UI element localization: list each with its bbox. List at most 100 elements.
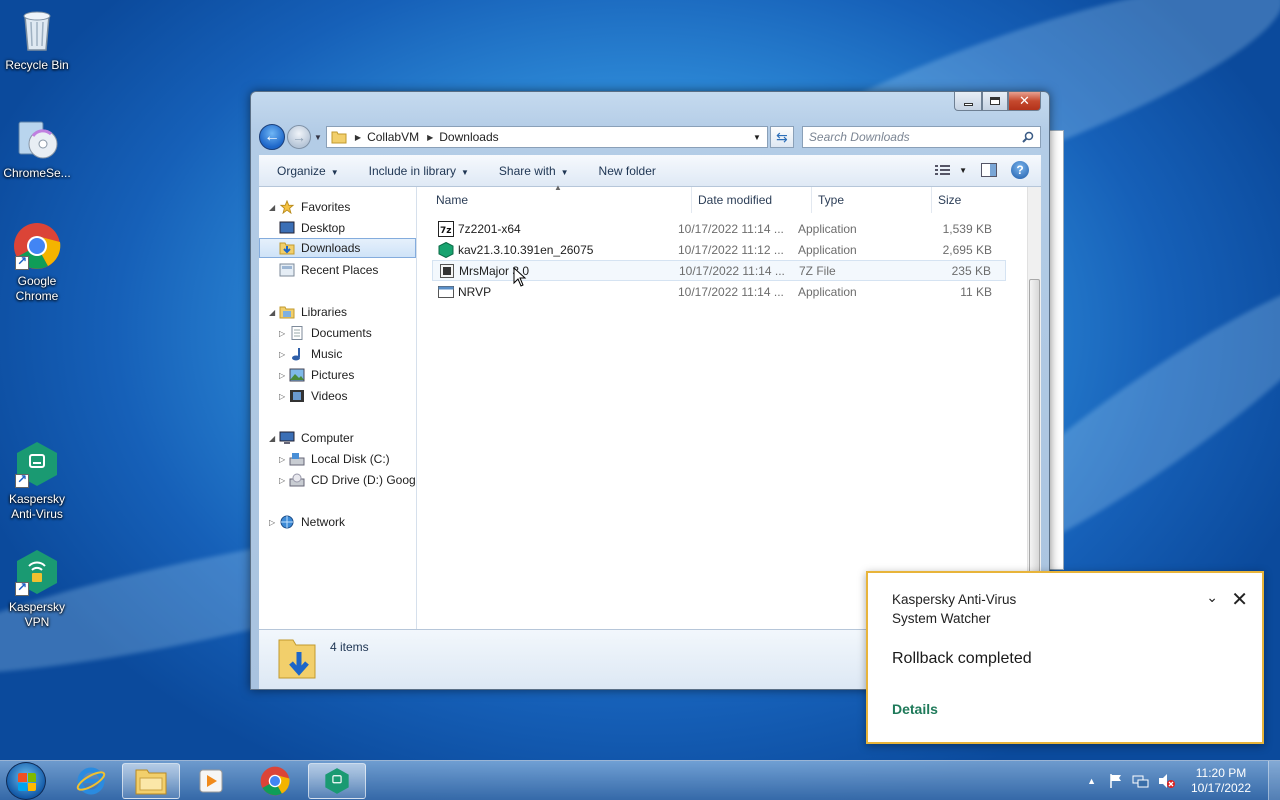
nav-network[interactable]: ▷ Network	[269, 512, 345, 532]
svg-text:7z: 7z	[440, 226, 452, 236]
column-header-name[interactable]: Name ▲	[418, 183, 692, 213]
organize-button[interactable]: Organize ▼	[277, 164, 339, 178]
network-status-icon[interactable]	[1132, 773, 1150, 789]
file-row-7z2201[interactable]: 7z 7z2201-x64 10/17/2022 11:14 ... Appli…	[432, 218, 1006, 239]
breadcrumb-separator[interactable]: ▶	[355, 133, 361, 142]
desktop-icon-label: Kaspersky VPN	[8, 600, 66, 629]
navigation-bar: ← → ▼ ▶ CollabVM ▶ Downloads ▼ ⇆ Search …	[259, 124, 1041, 150]
nav-local-disk[interactable]: ▷ Local Disk (C:)	[279, 449, 390, 469]
start-button[interactable]	[6, 762, 46, 800]
taskbar-kaspersky[interactable]	[308, 763, 366, 799]
nav-recent-places[interactable]: Recent Places	[279, 260, 378, 280]
taskbar-google-chrome[interactable]	[246, 763, 304, 799]
file-date: 10/17/2022 11:14 ...	[678, 221, 784, 236]
nav-music[interactable]: ▷ Music	[279, 344, 342, 364]
close-button[interactable]: ✕	[1008, 92, 1041, 111]
column-header-type[interactable]: Type	[812, 187, 932, 213]
clock-time: 11:20 PM	[1195, 766, 1247, 780]
kaspersky-notification[interactable]: Kaspersky Anti-Virus System Watcher ⌄ ✕ …	[866, 571, 1264, 744]
star-icon	[279, 200, 295, 214]
nav-documents[interactable]: ▷ Documents	[279, 323, 372, 343]
new-folder-button[interactable]: New folder	[599, 164, 656, 178]
taskbar-media-player[interactable]	[182, 763, 240, 799]
forward-button[interactable]: →	[287, 125, 311, 149]
address-bar[interactable]: ▶ CollabVM ▶ Downloads ▼	[325, 126, 768, 148]
minimize-button[interactable]	[954, 92, 982, 111]
vertical-scrollbar[interactable]	[1027, 187, 1041, 629]
back-button[interactable]: ←	[259, 124, 285, 150]
breadcrumb-downloads[interactable]: Downloads	[439, 130, 498, 144]
taskbar-internet-explorer[interactable]	[62, 763, 120, 799]
breadcrumb-collabvm[interactable]: CollabVM	[367, 130, 419, 144]
file-date: 10/17/2022 11:14 ...	[679, 263, 785, 278]
column-header-date[interactable]: Date modified	[692, 187, 812, 213]
maximize-icon	[990, 97, 1000, 105]
nav-favorites[interactable]: ◢ Favorites	[269, 197, 350, 217]
nav-downloads[interactable]: Downloads	[259, 238, 416, 258]
chevron-down-icon[interactable]: ⌄	[1206, 589, 1218, 606]
show-desktop-button[interactable]	[1268, 761, 1280, 800]
share-with-button[interactable]: Share with ▼	[499, 164, 569, 178]
item-count: 4 items	[330, 640, 369, 654]
collapse-arrow-icon[interactable]: ▷	[279, 476, 289, 485]
nav-pictures[interactable]: ▷ Pictures	[279, 365, 354, 385]
taskbar-windows-explorer[interactable]	[122, 763, 180, 799]
maximize-button[interactable]	[982, 92, 1008, 111]
file-row-kav21[interactable]: kav21.3.10.391en_26075 10/17/2022 11:12 …	[432, 239, 1006, 260]
change-view-button[interactable]: ▼	[935, 164, 967, 176]
file-size: 2,695 KB	[942, 242, 992, 257]
downloads-folder-large-icon	[278, 639, 316, 679]
nav-desktop[interactable]: Desktop	[279, 218, 345, 238]
nav-cd-drive[interactable]: ▷ CD Drive (D:) Google	[279, 470, 416, 490]
desktop-icon-recycle-bin[interactable]: Recycle Bin	[0, 6, 74, 73]
help-button[interactable]: ?	[1011, 161, 1029, 179]
kaspersky-icon	[13, 440, 61, 488]
clock-date: 10/17/2022	[1190, 781, 1252, 795]
chevron-down-icon: ▼	[560, 167, 569, 177]
nav-label: Network	[301, 515, 346, 529]
collapse-arrow-icon[interactable]: ▷	[269, 518, 279, 527]
action-center-flag-icon[interactable]	[1108, 773, 1124, 789]
volume-muted-icon[interactable]	[1158, 773, 1176, 789]
preview-pane-icon[interactable]	[981, 163, 997, 177]
address-dropdown[interactable]: ▼	[753, 133, 761, 142]
desktop-icon-google-chrome[interactable]: Google Chrome	[0, 222, 74, 304]
expand-arrow-icon[interactable]: ◢	[269, 434, 279, 443]
scrollbar-thumb[interactable]	[1029, 279, 1040, 619]
command-bar: Organize ▼ Include in library ▼ Share with…	[259, 155, 1041, 187]
application-icon	[438, 285, 454, 298]
desktop-icon-chromesetup[interactable]: ChromeSe...	[0, 114, 74, 181]
refresh-icon: ⇆	[776, 128, 788, 145]
collapse-arrow-icon[interactable]: ▷	[279, 455, 289, 464]
collapse-arrow-icon[interactable]: ▷	[279, 350, 289, 359]
share-with-label: Share with	[498, 163, 556, 178]
desktop-icon-kaspersky-vpn[interactable]: Kaspersky VPN	[0, 548, 74, 630]
show-hidden-icons-button[interactable]: ▲	[1087, 776, 1096, 786]
expand-arrow-icon[interactable]: ◢	[269, 308, 279, 317]
recent-pages-dropdown[interactable]: ▼	[314, 133, 322, 142]
desktop-icon-label: Recycle Bin	[5, 58, 69, 72]
expand-arrow-icon[interactable]: ◢	[269, 203, 279, 212]
file-list[interactable]: Name ▲ Date modified Type Size 7z 7z2201…	[418, 183, 1027, 629]
nav-computer[interactable]: ◢ Computer	[269, 428, 354, 448]
refresh-button[interactable]: ⇆	[769, 126, 794, 148]
column-header-size[interactable]: Size	[932, 187, 1012, 213]
chevron-down-icon: ▼	[461, 167, 469, 177]
clock[interactable]: 11:20 PM 10/17/2022	[1186, 766, 1256, 796]
nav-label: Libraries	[301, 305, 348, 319]
organize-label: Organize	[277, 163, 326, 178]
collapse-arrow-icon[interactable]: ▷	[279, 392, 289, 401]
details-link[interactable]: Details	[892, 701, 938, 717]
breadcrumb-separator[interactable]: ▶	[427, 133, 433, 142]
nav-videos[interactable]: ▷ Videos	[279, 386, 347, 406]
nav-libraries[interactable]: ◢ Libraries	[269, 302, 347, 322]
hard-drive-icon	[289, 453, 305, 466]
collapse-arrow-icon[interactable]: ▷	[279, 329, 289, 338]
collapse-arrow-icon[interactable]: ▷	[279, 371, 289, 380]
computer-icon	[279, 431, 295, 444]
desktop-icon-kaspersky-anti-virus[interactable]: Kaspersky Anti-Virus	[0, 440, 74, 522]
close-icon[interactable]: ✕	[1231, 587, 1248, 612]
navigation-pane[interactable]: ◢ Favorites Desktop Downloads Recent Pla…	[259, 187, 417, 629]
include-in-library-button[interactable]: Include in library ▼	[369, 164, 469, 178]
search-input[interactable]: Search Downloads	[801, 126, 1041, 148]
